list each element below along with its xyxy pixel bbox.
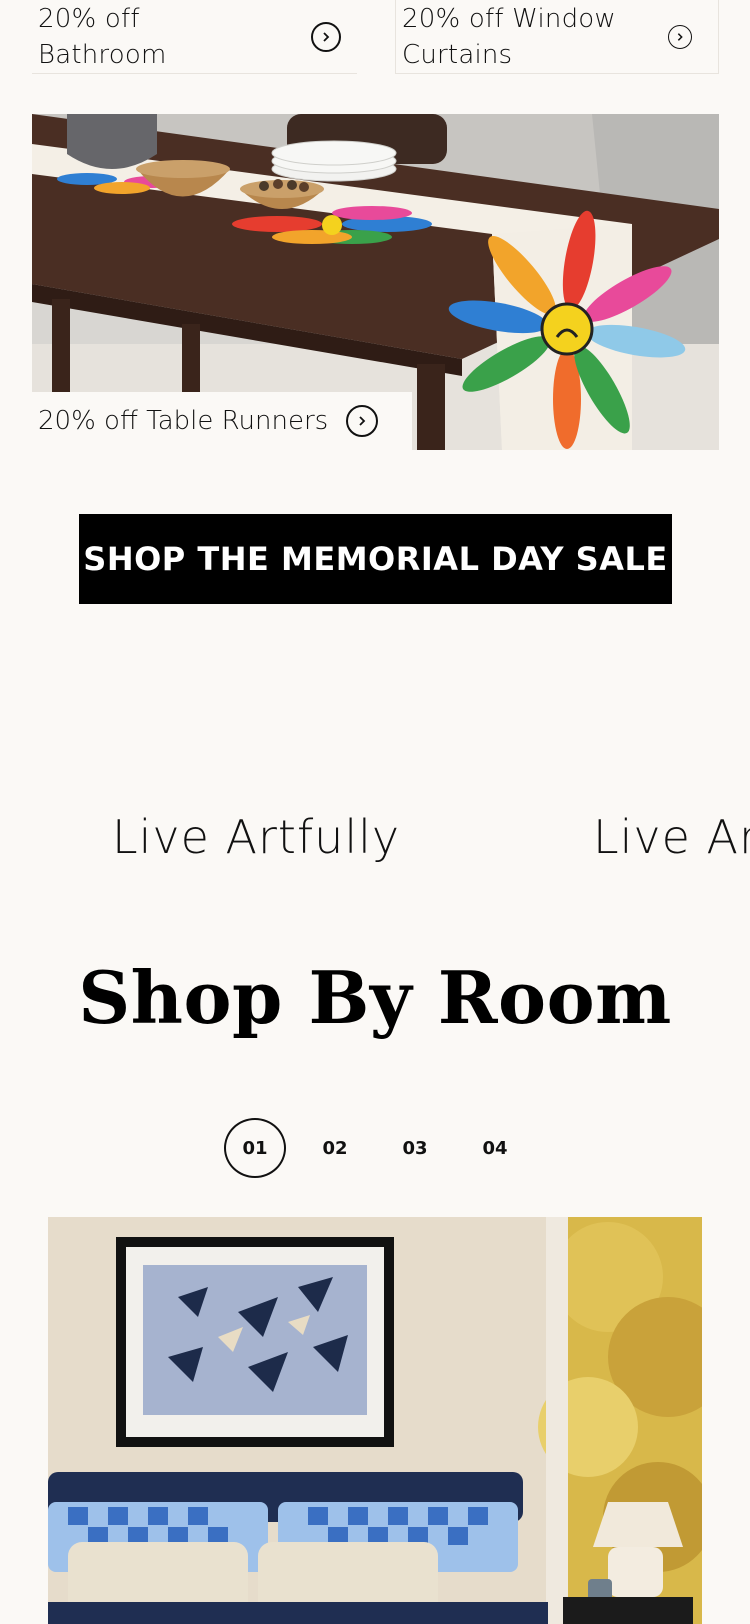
marquee-item: Live Ar <box>593 810 750 864</box>
promo-bathroom-label: 20% off Bathroom <box>38 1 167 73</box>
promo-table-runners-label: 20% off Table Runners <box>38 406 329 436</box>
promo-card-bathroom[interactable]: 20% off Bathroom <box>32 0 357 74</box>
pager-item-03[interactable]: 03 <box>384 1118 446 1178</box>
pager-item-04[interactable]: 04 <box>464 1118 526 1178</box>
room-pager: 01 02 03 04 <box>0 1116 750 1180</box>
promo-window-line1: 20% off Window <box>402 3 616 34</box>
shop-by-room-heading: Shop By Room <box>78 955 672 1040</box>
promo-bathroom-line2: Bathroom <box>38 39 167 70</box>
pager-item-01[interactable]: 01 <box>224 1118 286 1178</box>
bedroom-image[interactable] <box>48 1217 702 1624</box>
promo-bathroom-line1: 20% off <box>38 3 140 34</box>
chevron-right-circle-icon[interactable] <box>668 24 692 49</box>
marquee-item: Live Artfully <box>112 810 401 864</box>
promo-card-table-runners[interactable]: 20% off Table Runners <box>32 392 412 450</box>
chevron-right-circle-icon[interactable] <box>311 21 341 52</box>
pager-item-02[interactable]: 02 <box>304 1118 366 1178</box>
chevron-right-circle-icon[interactable] <box>346 405 379 437</box>
promo-window-line2: Curtains <box>402 39 513 70</box>
promo-window-label: 20% off Window Curtains <box>402 1 616 73</box>
promo-card-window-curtains[interactable]: 20% off Window Curtains <box>395 0 719 74</box>
marquee-banner: Live Artfully Live Ar <box>0 810 750 870</box>
shop-sale-button[interactable]: SHOP THE MEMORIAL DAY SALE <box>79 514 672 604</box>
